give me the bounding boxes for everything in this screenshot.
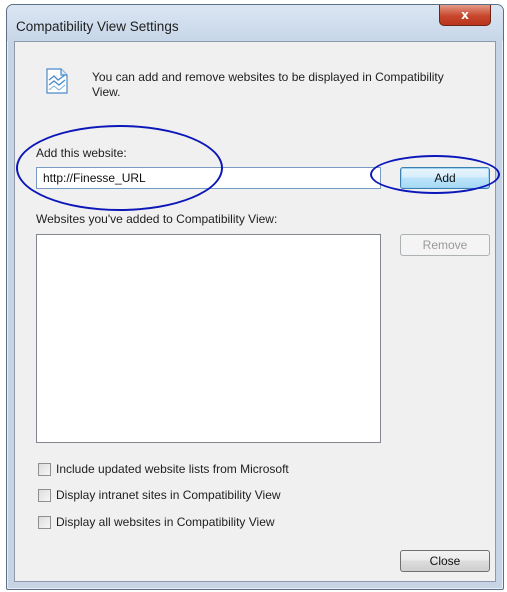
- compatibility-view-dialog: Compatibility View Settings x You can ad…: [6, 4, 504, 590]
- add-button[interactable]: Add: [400, 167, 490, 189]
- window-title: Compatibility View Settings: [16, 19, 179, 34]
- display-all-label: Display all websites in Compatibility Vi…: [56, 515, 275, 529]
- include-updated-lists-checkbox[interactable]: [38, 462, 51, 476]
- display-intranet-option[interactable]: Display intranet sites in Compatibility …: [38, 487, 281, 503]
- info-message: You can add and remove websites to be di…: [92, 70, 444, 99]
- close-icon: x: [461, 8, 469, 22]
- display-intranet-label: Display intranet sites in Compatibility …: [56, 488, 281, 502]
- include-updated-lists-label: Include updated website lists from Micro…: [56, 462, 289, 476]
- include-updated-lists-option[interactable]: Include updated website lists from Micro…: [38, 461, 289, 477]
- add-website-label: Add this website:: [36, 146, 127, 160]
- window-close-button[interactable]: x: [439, 5, 491, 26]
- display-all-checkbox[interactable]: [38, 515, 51, 529]
- remove-button[interactable]: Remove: [400, 234, 490, 256]
- close-button[interactable]: Close: [400, 550, 490, 572]
- display-intranet-checkbox[interactable]: [38, 488, 51, 502]
- webpage-compatibility-icon: [46, 68, 68, 94]
- added-websites-label: Websites you've added to Compatibility V…: [36, 212, 278, 226]
- dialog-body: You can add and remove websites to be di…: [14, 41, 496, 582]
- title-bar[interactable]: Compatibility View Settings x: [7, 5, 503, 41]
- added-websites-list[interactable]: [36, 234, 381, 443]
- website-url-input[interactable]: [36, 167, 381, 189]
- display-all-option[interactable]: Display all websites in Compatibility Vi…: [38, 514, 275, 530]
